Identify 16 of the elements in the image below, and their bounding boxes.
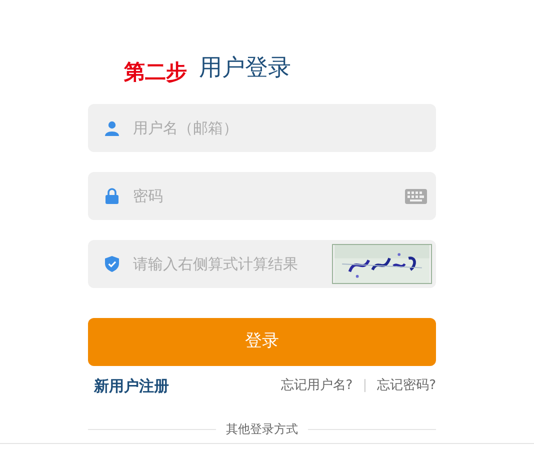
forgot-username-link[interactable]: 忘记用户名? bbox=[280, 376, 353, 396]
shield-icon bbox=[105, 256, 119, 272]
user-input[interactable]: 用户名（邮箱） bbox=[133, 116, 432, 140]
captcha-field[interactable]: 请输入右侧算式计算结果 bbox=[88, 240, 436, 288]
user-icon bbox=[105, 120, 119, 136]
password-input[interactable]: 密码 bbox=[133, 184, 391, 208]
captcha-input[interactable]: 请输入右侧算式计算结果 bbox=[133, 252, 318, 276]
step-label: 第二步 bbox=[124, 62, 187, 83]
padlock-icon bbox=[105, 188, 119, 204]
register-link[interactable]: 新用户注册 bbox=[94, 374, 169, 398]
page-title: 用户登录 bbox=[199, 57, 291, 80]
separator: | bbox=[362, 377, 368, 396]
forgot-password-link[interactable]: 忘记密码? bbox=[377, 376, 436, 396]
password-field[interactable]: 密码 bbox=[88, 172, 436, 220]
other-login-methods-label: 其他登录方式 bbox=[226, 421, 298, 438]
user-field[interactable]: 用户名（邮箱） bbox=[88, 104, 436, 152]
